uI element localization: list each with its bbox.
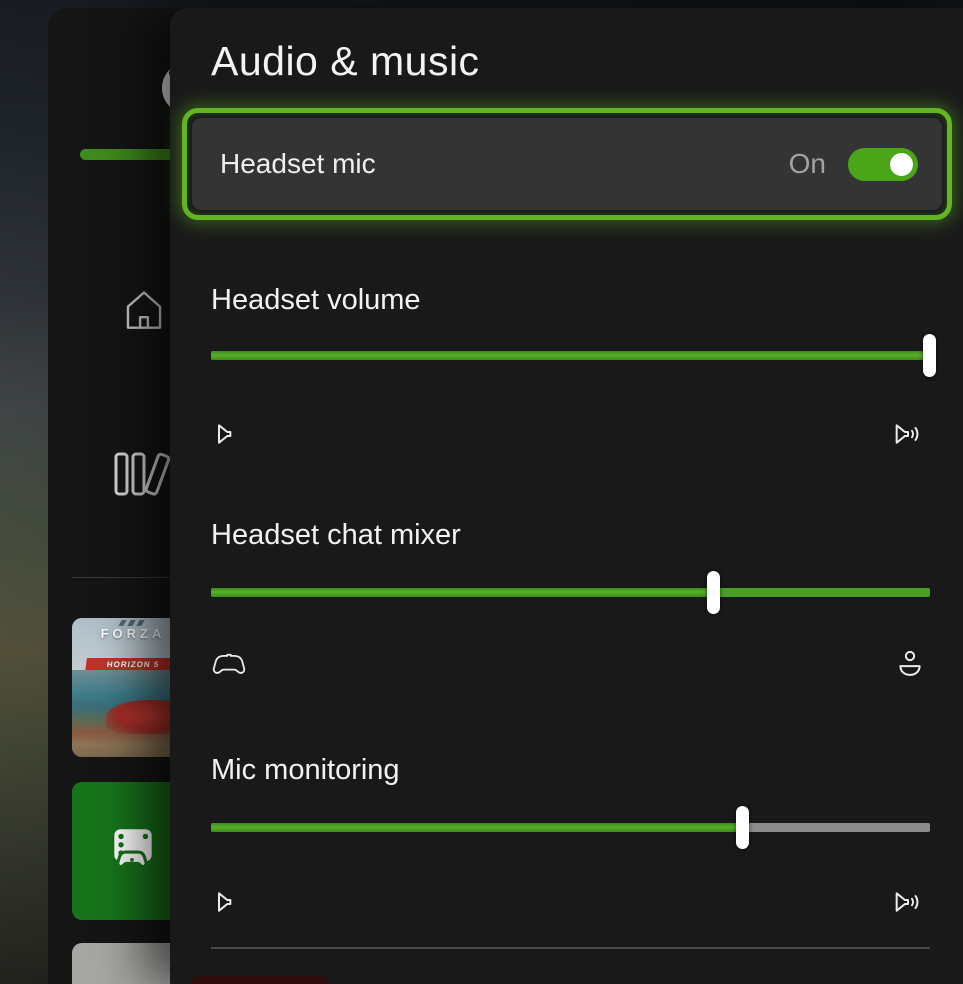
headset-mic-label: Headset mic (220, 148, 376, 180)
speaker-quiet-icon (213, 418, 245, 450)
toggle-state-label: On (789, 148, 826, 180)
slider-thumb[interactable] (736, 806, 749, 849)
panel-title: Audio & music (211, 38, 480, 85)
mic-monitoring-slider[interactable] (211, 823, 930, 832)
slider-fill (211, 351, 930, 360)
home-icon[interactable] (118, 283, 170, 335)
sidebar-divider (72, 577, 184, 578)
speaker-quiet-icon (213, 886, 245, 918)
speaker-loud-icon (892, 418, 924, 450)
mic-monitoring-label: Mic monitoring (211, 754, 400, 787)
headset-volume-slider[interactable] (211, 351, 930, 360)
headset-chat-mixer-label: Headset chat mixer (211, 519, 461, 552)
next-item-peek (190, 976, 328, 984)
person-icon (894, 646, 926, 678)
headset-chat-mixer-slider[interactable] (211, 588, 930, 597)
speaker-loud-icon (892, 886, 924, 918)
section-divider (211, 947, 930, 949)
headset-mic-toggle[interactable] (848, 148, 918, 181)
slider-thumb[interactable] (923, 334, 936, 377)
slider-fill (211, 823, 743, 832)
forza-horizon-logo-icon[interactable] (112, 448, 170, 500)
toggle-knob (890, 153, 913, 176)
xbox-guide-screen: FORZA HORIZON 5 Audio & music Headset mi… (0, 0, 963, 984)
controller-icon (210, 650, 242, 682)
audio-music-panel: Audio & music Headset mic On Headset vol… (170, 8, 963, 984)
headset-mic-row[interactable]: Headset mic On (182, 108, 952, 220)
headset-volume-label: Headset volume (211, 284, 421, 317)
filmstrip-controller-icon (106, 824, 160, 878)
headset-mic-row-inner: Headset mic On (192, 118, 942, 210)
slider-fill (211, 588, 714, 597)
slider-thumb[interactable] (707, 571, 720, 614)
